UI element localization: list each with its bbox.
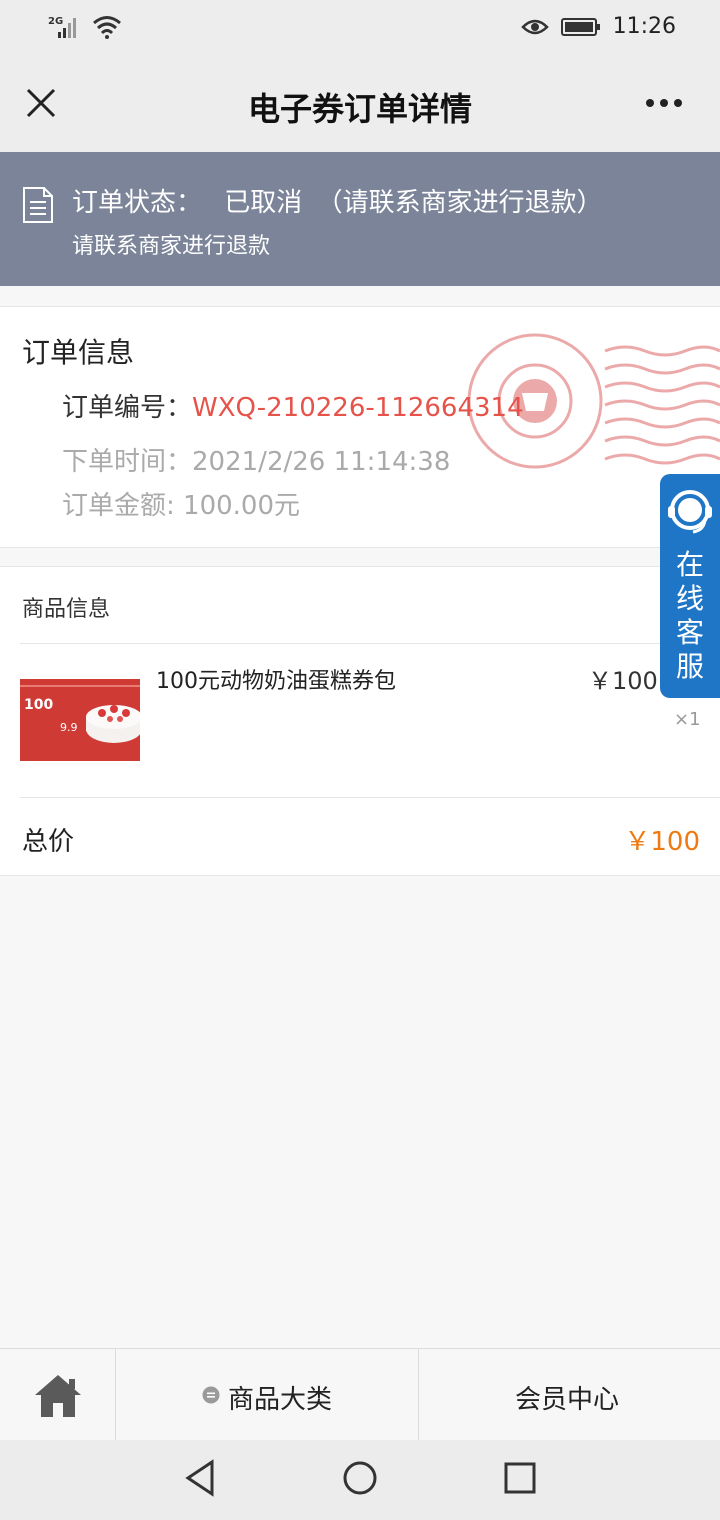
product-info-card: 商品信息 100 9.9 100元动物奶油蛋糕券包 ￥100 ×1 总价 ￥10… (0, 566, 720, 876)
order-status-subtext: 请联系商家进行退款 (72, 234, 271, 259)
order-status-value: 已取消 (224, 188, 303, 218)
divider (20, 797, 720, 798)
order-time-value: 2021/2/26 11:14:38 (192, 447, 451, 477)
recent-apps-icon[interactable] (502, 1458, 538, 1498)
order-amount-label: 订单金额: (62, 491, 175, 521)
product-thumbnail[interactable]: 100 9.9 (20, 679, 140, 761)
status-bar: 2G 11:26 (0, 0, 720, 58)
thumb-big-text: 100 (24, 697, 54, 713)
eye-icon (520, 19, 549, 34)
page-title: 电子券订单详情 (247, 90, 472, 128)
product-price: ￥100 (588, 667, 658, 695)
nav-home-button[interactable] (0, 1349, 116, 1441)
nav-member-label: 会员中心 (515, 1385, 620, 1415)
product-info-title: 商品信息 (22, 597, 111, 622)
product-quantity: ×1 (674, 709, 701, 730)
wifi-icon (93, 16, 121, 39)
order-time-row: 下单时间：2021/2/26 11:14:38 (62, 441, 450, 478)
thumb-small-text: 9.9 (60, 721, 78, 734)
nav-category-button[interactable]: 商品大类 (116, 1349, 419, 1441)
network-type: 2G (48, 16, 64, 27)
home-icon (35, 1375, 81, 1417)
order-number-value: WXQ-210226-112664314 (192, 393, 524, 423)
divider (20, 643, 720, 644)
status-bar-left: 2G (44, 14, 122, 40)
more-icon (646, 99, 682, 107)
battery-icon (560, 17, 600, 36)
product-name[interactable]: 100元动物奶油蛋糕券包 (156, 663, 396, 695)
order-time-label: 下单时间： (62, 447, 193, 477)
home-circle-icon[interactable] (341, 1458, 379, 1498)
system-navigation-bar (0, 1440, 720, 1520)
bottom-navigation: 商品大类 会员中心 (0, 1348, 720, 1441)
total-label: 总价 (22, 827, 75, 857)
order-status-note: （请联系商家进行退款） (316, 188, 603, 218)
clock: 11:26 (612, 14, 676, 39)
order-number-label: 订单编号： (62, 393, 193, 423)
order-info-card: 订单信息 订单编号：WXQ-210226-112664314 下单时间：2021… (0, 306, 720, 548)
status-bar-right: 11:26 (520, 14, 676, 39)
nav-category-label: 商品大类 (228, 1385, 333, 1415)
online-service-label: 在线客服 (675, 548, 704, 683)
order-status-line: 订单状态： 已取消 （请联系商家进行退款） (72, 182, 603, 219)
order-amount-row: 订单金额: 100.00元 (62, 485, 300, 522)
order-status-banner: 订单状态： 已取消 （请联系商家进行退款） 请联系商家进行退款 (0, 152, 720, 286)
online-service-button[interactable]: 在线客服 (660, 474, 720, 698)
document-icon (23, 187, 53, 223)
more-options-button[interactable] (640, 88, 690, 118)
title-bar: 电子券订单详情 (0, 58, 720, 152)
total-value: ￥100 (624, 827, 700, 857)
order-status-label: 订单状态： (72, 188, 203, 218)
customer-service-icon (668, 490, 712, 534)
order-amount-value: 100.00元 (183, 491, 301, 521)
back-icon[interactable] (182, 1458, 218, 1498)
menu-icon (202, 1386, 220, 1404)
order-info-title: 订单信息 (22, 336, 135, 369)
order-number-row: 订单编号：WXQ-210226-112664314 (62, 387, 524, 424)
nav-member-button[interactable]: 会员中心 (419, 1349, 720, 1441)
cake-image (86, 705, 140, 743)
